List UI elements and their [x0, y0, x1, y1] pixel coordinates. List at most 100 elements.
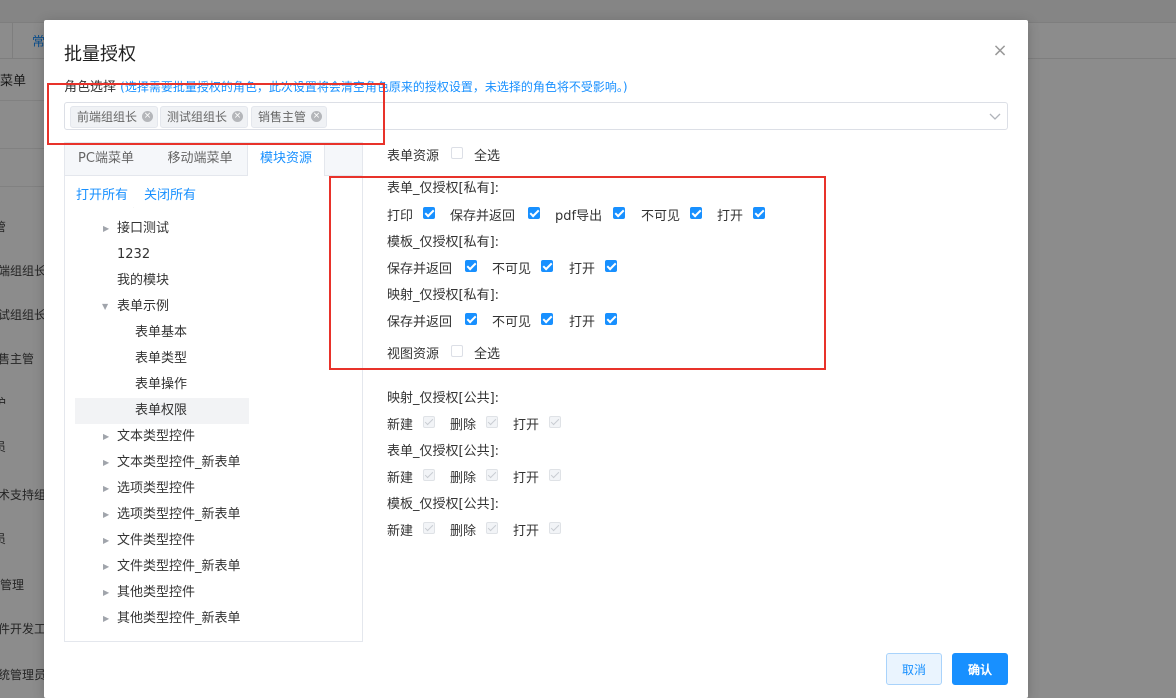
permission-checkbox[interactable] [753, 207, 765, 219]
permission-label: 删除 [450, 471, 477, 486]
permission-checkbox-disabled [423, 469, 435, 481]
permission-checkbox[interactable] [423, 207, 435, 219]
tree-node[interactable]: 1232 [65, 242, 362, 268]
role-hint-text: (选择需要批量授权的角色，此次设置将会清空角色原来的授权设置，未选择的角色将不受… [120, 80, 628, 94]
tree-node-label: 表单类型 [135, 351, 188, 366]
role-tag: 测试组组长 × [160, 106, 249, 128]
tree-node-label: 选项类型控件_新表单 [117, 507, 241, 522]
permission-label: 删除 [450, 418, 477, 433]
caret-right-icon[interactable]: ▶ [103, 476, 109, 502]
permission-checkbox-disabled [549, 416, 561, 428]
tab-module-resource[interactable]: 模块资源 [247, 143, 325, 176]
caret-down-icon[interactable]: ▼ [102, 294, 108, 320]
caret-right-icon[interactable]: ▶ [103, 580, 109, 606]
permission-label: 保存并返回 [450, 209, 516, 224]
tree-node[interactable]: ▼ 表单示例 [65, 294, 362, 320]
batch-authorize-dialog: 批量授权 × 角色选择 (选择需要批量授权的角色，此次设置将会清空角色原来的授权… [44, 20, 1028, 698]
collapse-all-link[interactable]: 关闭所有 [144, 184, 196, 203]
resource-tree-panel: PC端菜单 移动端菜单 模块资源 打开所有 关闭所有 报表 ▶ 接口测试 123… [64, 142, 363, 642]
tree-node-label: 表单示例 [117, 299, 170, 314]
permission-checkbox[interactable] [465, 313, 477, 325]
permission-checkbox[interactable] [541, 260, 553, 272]
resource-tree: 报表 ▶ 接口测试 1232 我的模块 ▼ 表单示例 表单基本 表单类型 [65, 207, 362, 641]
caret-right-icon[interactable]: ▶ [103, 606, 109, 632]
tree-node[interactable]: ▶ 文本类型控件 [65, 424, 362, 450]
tree-node[interactable]: ▶ 选项类型控件_新表单 [65, 502, 362, 528]
tree-node[interactable]: 表单基本 [65, 320, 362, 346]
caret-right-icon[interactable]: ▶ [103, 502, 109, 528]
permission-label: 不可见 [492, 262, 532, 277]
tree-node-label: 选项类型控件 [117, 481, 196, 496]
role-select-label: 角色选择 (选择需要批量授权的角色，此次设置将会清空角色原来的授权设置，未选择的… [64, 76, 628, 95]
tree-node[interactable]: ▶ 文本类型控件_新表单 [65, 450, 362, 476]
panel-tabs: PC端菜单 移动端菜单 模块资源 [65, 143, 362, 176]
tree-node[interactable]: 报表 [65, 207, 362, 216]
permission-checkbox-disabled [486, 469, 498, 481]
chevron-down-icon[interactable] [987, 108, 1003, 124]
tab-mobile-menu[interactable]: 移动端菜单 [157, 143, 243, 175]
tag-close-icon[interactable]: × [232, 111, 244, 122]
tab-pc-menu[interactable]: PC端菜单 [65, 143, 147, 175]
permission-label: 打开 [513, 471, 540, 486]
template-private-title: 模板_仅授权[私有]: [387, 235, 500, 250]
tag-close-icon[interactable]: × [142, 111, 154, 122]
tree-node[interactable]: 表单类型 [65, 346, 362, 372]
mapping-public-title: 映射_仅授权[公共]: [387, 391, 500, 406]
tree-node-label: 接口测试 [117, 221, 170, 236]
tree-node[interactable]: ▶ 文件类型控件_新表单 [65, 554, 362, 580]
expand-all-link[interactable]: 打开所有 [76, 184, 128, 203]
role-tag-label: 测试组组长 [167, 110, 228, 124]
permission-checkbox[interactable] [541, 313, 553, 325]
select-all-label: 全选 [474, 347, 501, 362]
caret-right-icon[interactable]: ▶ [103, 424, 109, 450]
caret-right-icon[interactable]: ▶ [103, 216, 109, 242]
permission-checkbox[interactable] [528, 207, 540, 219]
view-resource-label: 视图资源 [387, 347, 440, 362]
tag-close-icon[interactable]: × [311, 111, 323, 122]
permission-checkbox-disabled [423, 416, 435, 428]
permission-checkbox[interactable] [613, 207, 625, 219]
tree-node-selected[interactable]: 表单权限 [65, 398, 362, 424]
caret-right-icon[interactable]: ▶ [103, 528, 109, 554]
tree-node-label: 表单权限 [135, 403, 188, 418]
tree-node[interactable]: ▶ 选项类型控件 [65, 476, 362, 502]
confirm-button[interactable]: 确认 [952, 653, 1008, 685]
permission-label: 打开 [569, 315, 596, 330]
form-private-title: 表单_仅授权[私有]: [387, 181, 500, 196]
tree-node-label: 表单操作 [135, 377, 188, 392]
cancel-button[interactable]: 取消 [886, 653, 942, 685]
tree-node-label: 文件类型控件 [117, 533, 196, 548]
permission-label: 打开 [513, 524, 540, 539]
select-all-label: 全选 [474, 149, 501, 164]
form-public-title: 表单_仅授权[公共]: [387, 444, 500, 459]
permission-label: pdf导出 [555, 209, 603, 224]
tree-node[interactable]: 我的模块 [65, 268, 362, 294]
permission-label: 新建 [387, 471, 414, 486]
form-resource-label: 表单资源 [387, 149, 440, 164]
close-icon[interactable]: × [990, 41, 1010, 61]
tree-node-label: 我的模块 [117, 273, 170, 288]
permission-checkbox[interactable] [605, 260, 617, 272]
tree-node[interactable]: ▶ 其他类型控件_新表单 [65, 606, 362, 632]
mapping-private-title: 映射_仅授权[私有]: [387, 288, 500, 303]
tree-node-label: 其他类型控件_新表单 [117, 611, 241, 626]
tree-node[interactable]: ▶ 其他类型控件 [65, 580, 362, 606]
permission-checkbox[interactable] [465, 260, 477, 272]
caret-right-icon[interactable]: ▶ [103, 450, 109, 476]
tree-node[interactable]: ▶ 接口测试 [65, 216, 362, 242]
role-multiselect[interactable]: 前端组组长 × 测试组组长 × 销售主管 × [64, 102, 1008, 130]
tree-node-label: 表单基本 [135, 325, 188, 340]
tree-node-label: 文本类型控件_新表单 [117, 455, 241, 470]
tree-node[interactable]: ▶ 文件类型控件 [65, 528, 362, 554]
permission-label: 打开 [569, 262, 596, 277]
caret-right-icon[interactable]: ▶ [103, 554, 109, 580]
permission-checkbox-disabled [486, 522, 498, 534]
permission-checkbox[interactable] [605, 313, 617, 325]
tree-node[interactable]: 表单操作 [65, 372, 362, 398]
permission-label: 删除 [450, 524, 477, 539]
view-resource-select-all-checkbox[interactable] [451, 345, 463, 357]
role-tag: 销售主管 × [251, 106, 328, 128]
permission-checkbox[interactable] [690, 207, 702, 219]
form-resource-select-all-checkbox[interactable] [451, 147, 463, 159]
permission-label: 打开 [513, 418, 540, 433]
